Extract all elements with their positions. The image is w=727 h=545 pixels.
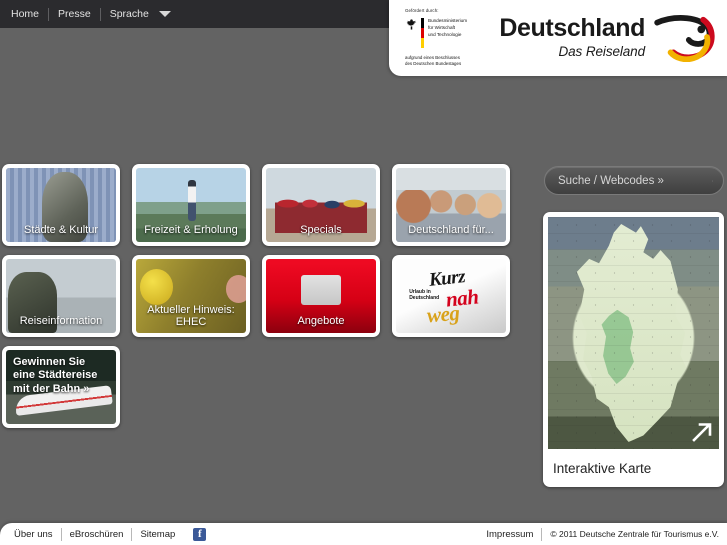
- tile-gewinnspiel-bahn-inner: Gewinnen Sie eine Städtereise mit der Ba…: [6, 350, 116, 424]
- deutschland-swoosh-icon: [654, 15, 715, 62]
- ministry-line-1: Bundesministerium: [428, 17, 468, 23]
- footer-link-sitemap[interactable]: Sitemap: [132, 529, 183, 540]
- funding-footnote-line-2: des Deutschen Bundestages: [405, 61, 462, 67]
- kurz-nah-weg-logo: Kurz nah weg Urlaub in Deutschland: [396, 259, 506, 333]
- kurz-word-weg: weg: [425, 300, 461, 328]
- tile-freizeit-erholung-inner: Freizeit & Erholung: [136, 168, 246, 242]
- footer-link-impressum[interactable]: Impressum: [478, 529, 541, 540]
- german-flag-bar: [421, 17, 424, 48]
- topnav-sprache[interactable]: Sprache: [101, 0, 158, 28]
- tile-ehec[interactable]: Aktueller Hinweis: EHEC: [132, 255, 250, 337]
- tile-reiseinformation[interactable]: Reiseinformation: [2, 255, 120, 337]
- tile-staedte-kultur-label: Städte & Kultur: [24, 224, 98, 237]
- tile-gewinnspiel-bahn[interactable]: Gewinnen Sie eine Städtereise mit der Ba…: [2, 346, 120, 428]
- tile-deutschland-fuer-label: Deutschland für...: [408, 224, 494, 237]
- search-input[interactable]: [558, 174, 712, 187]
- topnav-presse[interactable]: Presse: [49, 0, 100, 28]
- tile-reiseinformation-label: Reiseinformation: [19, 315, 103, 328]
- tile-angebote-label: Angebote: [297, 315, 345, 328]
- footer-link-ueber-uns[interactable]: Über uns: [6, 529, 61, 540]
- chevron-down-icon[interactable]: [158, 11, 171, 17]
- footer-link-ebroschueren[interactable]: eBroschüren: [62, 529, 132, 540]
- footer-right-links: Impressum © 2011 Deutsche Zentrale für T…: [478, 527, 727, 541]
- gewinnspiel-text: Gewinnen Sie eine Städtereise mit der Ba…: [13, 356, 110, 396]
- kurz-subline-2: Deutschland: [409, 295, 440, 302]
- topnav-home[interactable]: Home: [2, 0, 48, 28]
- page-root: Home Presse Sprache Gefördert durch: Bun…: [0, 0, 727, 545]
- federal-eagle-icon: [406, 19, 417, 30]
- brand-subtitle: Das Reiseland: [558, 43, 646, 59]
- gewinnspiel-line-3: mit der Bahn »: [13, 382, 90, 395]
- ministry-name: Bundesministerium für Wirtschaft und Tec…: [428, 18, 467, 39]
- tile-kurz-nah-weg-inner: Kurz nah weg Urlaub in Deutschland: [396, 259, 506, 333]
- copyright-text: © 2011 Deutsche Zentrale für Tourismus e…: [550, 529, 719, 539]
- tile-freizeit-erholung-label: Freizeit & Erholung: [144, 224, 238, 237]
- footer-left-links: Über uns eBroschüren Sitemap f: [0, 527, 207, 541]
- facebook-icon[interactable]: f: [193, 527, 207, 541]
- deutschland-brand-logo[interactable]: Deutschland Das Reiseland: [499, 14, 715, 62]
- gewinnspiel-line-1: Gewinnen Sie: [13, 356, 86, 368]
- tile-ehec-inner: Aktueller Hinweis: EHEC: [136, 259, 246, 333]
- footer-bar: Über uns eBroschüren Sitemap f Impressum…: [0, 523, 727, 545]
- tile-specials[interactable]: Specials: [262, 164, 380, 246]
- tile-specials-inner: Specials: [266, 168, 376, 242]
- tile-angebote[interactable]: Angebote: [262, 255, 380, 337]
- tile-deutschland-fuer-inner: Deutschland für...: [396, 168, 506, 242]
- interactive-map-caption: Interaktive Karte: [553, 460, 652, 476]
- search-icon[interactable]: [712, 173, 713, 189]
- brand-wordmark: Deutschland Das Reiseland: [499, 13, 646, 61]
- tile-reiseinformation-inner: Reiseinformation: [6, 259, 116, 333]
- tile-kurz-nah-weg[interactable]: Kurz nah weg Urlaub in Deutschland: [392, 255, 510, 337]
- interactive-map-card[interactable]: Interaktive Karte: [543, 212, 724, 487]
- germany-map-image[interactable]: [548, 217, 719, 449]
- kurz-subline: Urlaub in Deutschland: [409, 289, 439, 302]
- brand-title: Deutschland: [499, 13, 645, 42]
- topnav-sprache-group[interactable]: Sprache: [101, 0, 177, 28]
- ministry-line-2: für Wirtschaft: [428, 24, 456, 30]
- tile-angebote-inner: Angebote: [266, 259, 376, 333]
- tile-freizeit-erholung[interactable]: Freizeit & Erholung: [132, 164, 250, 246]
- diagonal-arrow-icon[interactable]: [689, 419, 715, 445]
- ministry-line-3: und Technologie: [428, 31, 462, 37]
- tile-staedte-kultur-inner: Städte & Kultur: [6, 168, 116, 242]
- header-logo-panel: Gefördert durch: Bundesministerium für W…: [389, 0, 727, 76]
- search-box[interactable]: [544, 166, 724, 195]
- tile-staedte-kultur[interactable]: Städte & Kultur: [2, 164, 120, 246]
- gewinnspiel-line-2: eine Städtereise: [13, 369, 98, 382]
- tile-ehec-label: Aktueller Hinweis: EHEC: [147, 303, 235, 329]
- map-city-dots: [548, 217, 719, 449]
- tile-deutschland-fuer[interactable]: Deutschland für...: [392, 164, 510, 246]
- tile-specials-label: Specials: [300, 224, 342, 237]
